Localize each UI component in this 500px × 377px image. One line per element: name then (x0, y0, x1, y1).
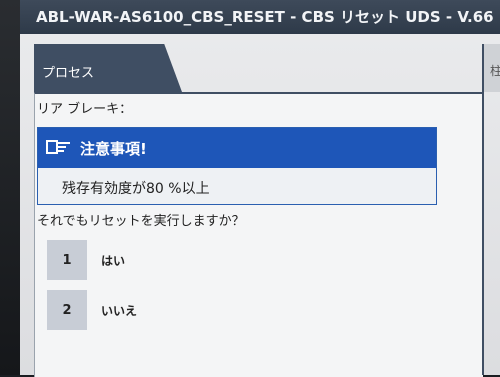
notice-header: 注意事項! (38, 128, 436, 168)
tab-bar: プロセス 柱 (20, 34, 500, 92)
option-number: 2 (47, 290, 87, 330)
pointing-hand-icon (46, 136, 72, 160)
process-panel: リア ブレーキ： 注意事項! 残存有効度が80 %以上 それでもリセットを実行し… (34, 92, 483, 377)
confirm-question: それでもリセットを実行しますか？ (37, 214, 245, 229)
app-screen: プロセス 柱 リア ブレーキ： 注意事項! 残存有効度が80 %以上 それでもリ… (20, 34, 500, 377)
option-label: いいえ (101, 303, 138, 318)
option-no-button[interactable]: 2 いいえ (47, 290, 197, 330)
option-number: 1 (47, 240, 87, 280)
panel-divider (482, 92, 484, 375)
notice-body: 残存有効度が80 %以上 (62, 181, 210, 197)
tab-process-label: プロセス (42, 66, 95, 81)
notice-box: 注意事項! 残存有効度が80 %以上 (37, 127, 437, 205)
tab-secondary[interactable]: 柱 (482, 44, 500, 92)
tab-secondary-label: 柱 (490, 64, 500, 78)
option-label: はい (101, 253, 126, 268)
window-title: ABL-WAR-AS6100_CBS_RESET - CBS リセット UDS … (20, 0, 500, 34)
notice-title: 注意事項! (80, 139, 147, 158)
section-label: リア ブレーキ： (37, 102, 133, 117)
tab-process[interactable]: プロセス (34, 44, 182, 92)
option-yes-button[interactable]: 1 はい (47, 240, 197, 280)
